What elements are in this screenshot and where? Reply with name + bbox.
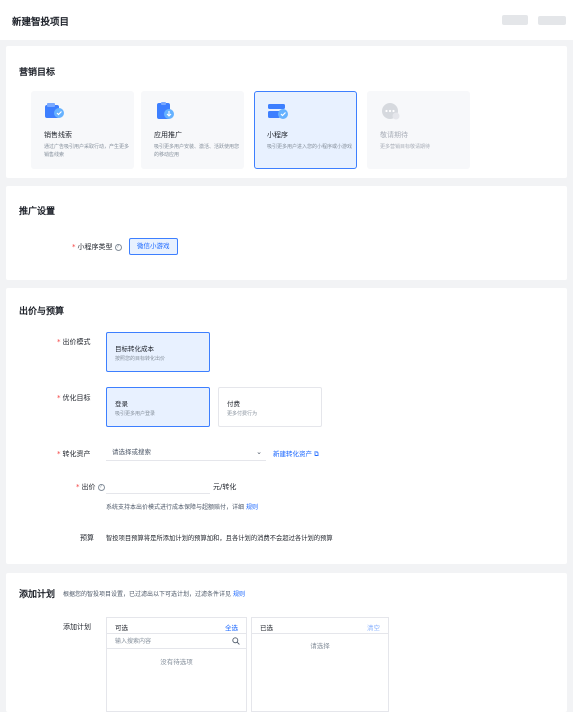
goal-card-app-promotion[interactable]: 应用推广 吸引更多用户安装、激活、活跃使用您的移动应用 bbox=[141, 91, 244, 169]
bid-mode-label: * 出价模式 bbox=[57, 338, 91, 346]
goal-desc: 吸引更多用户安装、激活、活跃使用您的移动应用 bbox=[154, 144, 240, 158]
goal-name: 小程序 bbox=[267, 131, 288, 139]
bid-mode-target-cost[interactable]: 目标转化成本 按照您的目标转化出价 bbox=[106, 332, 210, 372]
bidding-budget-section: 出价与预算 * 出价模式 目标转化成本 按照您的目标转化出价 * 优化目标 登录 吸… bbox=[6, 288, 567, 564]
clear-button[interactable]: 清空 bbox=[367, 622, 380, 632]
budget-label: 预算 bbox=[80, 534, 94, 542]
select-all-button[interactable]: 全选 bbox=[225, 622, 238, 632]
option-desc: 更多付费行为 bbox=[227, 411, 258, 417]
help-icon[interactable]: ? bbox=[97, 483, 105, 491]
external-link-icon: ⧉ bbox=[314, 450, 319, 458]
selected-plans-header: 已选 清空 bbox=[252, 618, 388, 634]
optimize-goal-label: * 优化目标 bbox=[57, 394, 91, 402]
optimize-goal-payment[interactable]: 付费 更多付费行为 bbox=[218, 387, 322, 427]
optimize-goal-login[interactable]: 登录 吸引更多用户登录 bbox=[106, 387, 210, 427]
goal-desc: 更多营销目标敬请期待 bbox=[380, 144, 431, 150]
selected-title: 已选 bbox=[260, 624, 273, 632]
plan-search-row bbox=[107, 634, 246, 649]
available-plans-panel: 可选 全选 没有待选项 bbox=[106, 617, 247, 712]
option-name: 付费 bbox=[227, 400, 240, 408]
add-plan-label: 添加计划 bbox=[63, 623, 91, 631]
marketing-goal-section: 营销目标 销售线索 通过广告吸引用户采取行动，产生更多销售线索 应用推广 吸引更… bbox=[6, 46, 567, 178]
mini-program-type-wechat-game[interactable]: 微信小游戏 bbox=[129, 238, 178, 255]
empty-options-text: 没有待选项 bbox=[160, 658, 193, 666]
option-name: 登录 bbox=[115, 400, 128, 408]
available-plans-header: 可选 全选 bbox=[107, 618, 246, 634]
selected-placeholder: 请选择 bbox=[310, 642, 330, 650]
goal-desc: 吸引更多用户进入您的小程序或小游戏 bbox=[267, 144, 353, 150]
account-info-blurred bbox=[538, 16, 566, 25]
new-conversion-asset-link[interactable]: 新建转化资产 ⧉ bbox=[273, 448, 319, 459]
bid-note: 系统支持本出价模式进行成本保障与超额赔付，详细 规则 bbox=[106, 504, 258, 511]
promotion-settings-section: 推广设置 * 小程序类型? 微信小游戏 bbox=[6, 186, 567, 280]
conversion-asset-select[interactable]: 请选择或搜索 ⌄ bbox=[106, 445, 266, 461]
plans-rules-link[interactable]: 规则 bbox=[233, 591, 245, 598]
section-title-plans: 添加计划 bbox=[19, 590, 56, 600]
section-title-marketing: 营销目标 bbox=[19, 68, 56, 78]
mini-program-icon bbox=[268, 104, 288, 119]
chat-bubble-icon bbox=[382, 103, 400, 120]
add-plans-section: 添加计划 根据您的智投项目设置，已过滤出以下可选计划，过滤条件详见 规则 添加计… bbox=[6, 573, 567, 712]
goal-desc: 通过广告吸引用户采取行动，产生更多销售线索 bbox=[44, 144, 130, 158]
search-icon[interactable] bbox=[232, 637, 240, 645]
section-title-promotion: 推广设置 bbox=[19, 207, 56, 217]
user-info-blurred bbox=[502, 15, 528, 25]
app-promotion-icon bbox=[157, 102, 174, 119]
option-name: 目标转化成本 bbox=[115, 345, 154, 353]
section-title-bidding: 出价与预算 bbox=[19, 307, 65, 317]
help-icon[interactable]: ? bbox=[114, 243, 122, 251]
conversion-asset-label: * 转化资产 bbox=[57, 450, 91, 458]
top-bar: 新建智投项目 bbox=[0, 0, 573, 40]
bid-amount-input[interactable] bbox=[106, 478, 210, 494]
goal-name: 销售线索 bbox=[44, 131, 72, 139]
plans-subtitle: 根据您的智投项目设置，已过滤出以下可选计划，过滤条件详见 规则 bbox=[63, 591, 245, 598]
option-desc: 吸引更多用户登录 bbox=[115, 411, 156, 417]
plan-search-input[interactable] bbox=[115, 636, 225, 647]
bid-label: * 出价? bbox=[76, 482, 105, 492]
available-title: 可选 bbox=[115, 624, 128, 632]
mini-program-type-label: * 小程序类型? bbox=[72, 242, 122, 252]
selected-plans-panel: 已选 清空 请选择 bbox=[251, 617, 389, 712]
goal-card-coming-soon: 敬请期待 更多营销目标敬请期待 bbox=[367, 91, 470, 169]
sales-leads-icon bbox=[45, 103, 64, 118]
goal-name: 应用推广 bbox=[154, 131, 182, 139]
bid-unit: 元/转化 bbox=[213, 483, 237, 491]
page-title: 新建智投项目 bbox=[12, 17, 70, 28]
select-placeholder: 请选择或搜索 bbox=[112, 448, 151, 456]
option-desc: 按照您的目标转化出价 bbox=[115, 356, 166, 362]
bid-rules-link[interactable]: 规则 bbox=[246, 504, 258, 511]
budget-text: 智投项目预算将是所添加计划的预算加和，且各计划的消费不会超过各计划的预算 bbox=[106, 535, 333, 542]
goal-card-sales-leads[interactable]: 销售线索 通过广告吸引用户采取行动，产生更多销售线索 bbox=[31, 91, 134, 169]
goal-name: 敬请期待 bbox=[380, 131, 408, 139]
chevron-down-icon: ⌄ bbox=[256, 448, 262, 456]
goal-card-mini-program[interactable]: 小程序 吸引更多用户进入您的小程序或小游戏 bbox=[254, 91, 357, 169]
